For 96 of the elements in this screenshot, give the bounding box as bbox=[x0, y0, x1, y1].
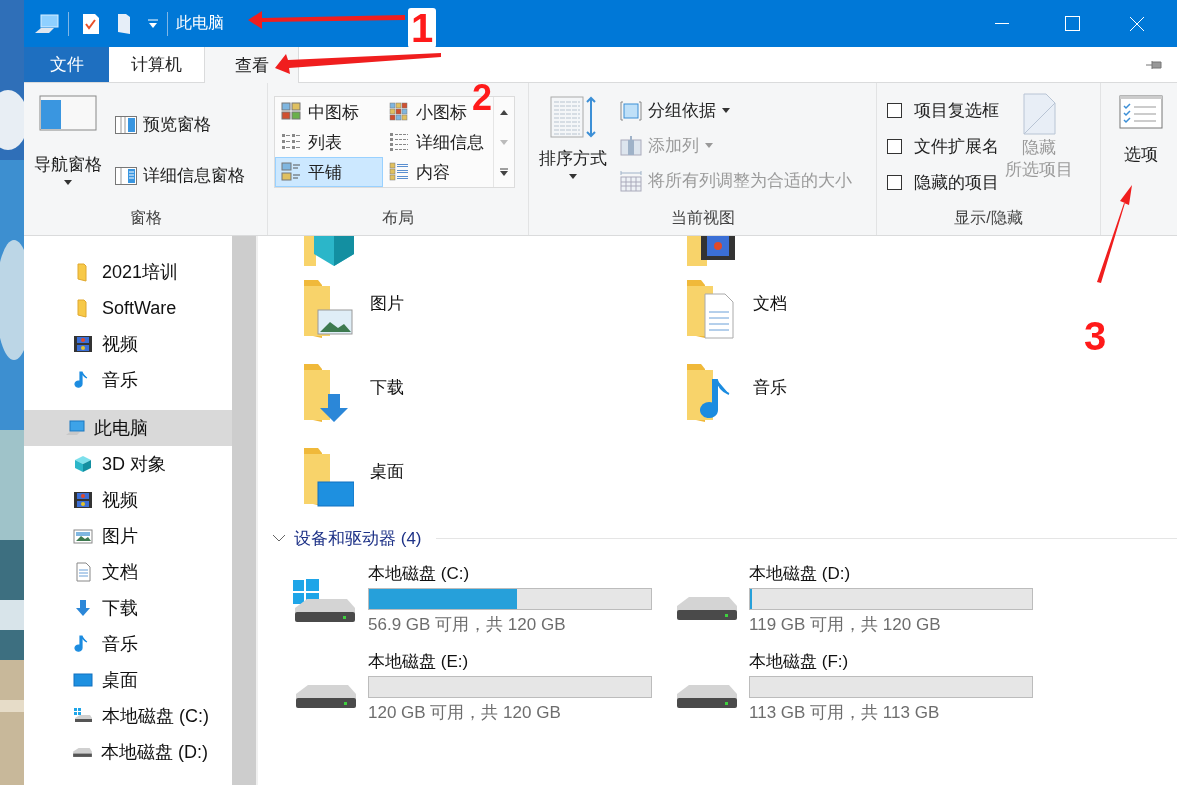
layout-option[interactable]: 平铺 bbox=[275, 157, 383, 187]
sidebar-item[interactable]: 此电脑 bbox=[24, 410, 232, 446]
drive-name[interactable]: 本地磁盘 (D:) bbox=[749, 562, 1033, 585]
annotation-number: 2 bbox=[472, 80, 493, 116]
caret-icon bbox=[64, 180, 72, 185]
layout-option[interactable]: 中图标 bbox=[275, 97, 383, 127]
film-icon bbox=[72, 490, 94, 510]
folder-name[interactable]: 文档 bbox=[753, 292, 787, 315]
dropdown-icon[interactable] bbox=[147, 18, 159, 29]
section-header[interactable]: 设备和驱动器 (4) bbox=[294, 526, 422, 550]
folder-icon[interactable] bbox=[117, 12, 131, 35]
group-label: 布局 bbox=[381, 208, 415, 228]
folder-name[interactable]: 桌面 bbox=[370, 460, 404, 483]
folder-name[interactable]: 图片 bbox=[370, 292, 404, 315]
expand-icon bbox=[499, 168, 509, 176]
group-label: 窗格 bbox=[128, 208, 163, 228]
chevron-icon[interactable] bbox=[272, 533, 286, 543]
details-icon bbox=[388, 132, 410, 152]
maximize-icon bbox=[1064, 16, 1080, 31]
group-label: 当前视图 bbox=[669, 208, 736, 228]
drive-name[interactable]: 本地磁盘 (C:) bbox=[368, 562, 652, 585]
checkbox[interactable] bbox=[887, 139, 902, 154]
sort-icon bbox=[549, 95, 597, 139]
details-pane-icon bbox=[115, 166, 137, 185]
drive-name[interactable]: 本地磁盘 (E:) bbox=[368, 650, 652, 673]
window-title: 此电脑 bbox=[176, 13, 224, 33]
navigation-pane-button[interactable]: 导航窗格 bbox=[30, 93, 106, 187]
annotation-number: 3 bbox=[1084, 316, 1107, 356]
group-icon bbox=[620, 99, 642, 122]
sidebar-item[interactable]: 文档 bbox=[24, 554, 232, 590]
preview-pane-button[interactable]: 预览窗格 bbox=[112, 111, 248, 138]
drive-icon bbox=[292, 579, 356, 623]
options-button[interactable]: 选项 bbox=[1115, 93, 1167, 168]
computer-icon bbox=[64, 418, 86, 438]
minimize-icon bbox=[995, 22, 1009, 25]
layout-option[interactable]: 详细信息 bbox=[383, 127, 493, 157]
ribbon-tab[interactable]: 查看 bbox=[204, 47, 299, 83]
checklist-icon[interactable] bbox=[81, 11, 101, 36]
sidebar-item[interactable]: 本地磁盘 (D:) bbox=[24, 734, 232, 770]
page-icon bbox=[1022, 93, 1056, 135]
up-arrow-icon bbox=[500, 109, 508, 115]
checkbox-label: 隐藏的项目 bbox=[914, 172, 999, 194]
checklist-icon bbox=[1119, 95, 1163, 129]
sidebar-item[interactable]: 本地磁盘 (C:) bbox=[24, 698, 232, 734]
drive-icon bbox=[677, 597, 737, 620]
down-arrow-icon bbox=[500, 139, 508, 145]
checkbox[interactable] bbox=[887, 103, 902, 118]
scrollbar[interactable] bbox=[232, 236, 258, 785]
medium-icons-icon bbox=[280, 102, 302, 122]
column-icon bbox=[620, 134, 642, 157]
sidebar-item[interactable]: 下载 bbox=[24, 590, 232, 626]
list-icon bbox=[280, 132, 302, 152]
content-icon bbox=[388, 162, 410, 182]
caret-icon bbox=[569, 174, 577, 179]
pin-icon[interactable] bbox=[1145, 58, 1165, 71]
cube-icon bbox=[72, 454, 94, 474]
view-command[interactable]: 分组依据 bbox=[617, 97, 855, 124]
ribbon-tab[interactable]: 文件 bbox=[24, 47, 109, 82]
small-icons-icon bbox=[388, 102, 410, 122]
drive-icon bbox=[72, 746, 93, 758]
sidebar-item[interactable]: 视频 bbox=[24, 326, 232, 362]
navigation-pane-icon bbox=[39, 95, 97, 131]
sidebar-item[interactable]: 视频 bbox=[24, 482, 232, 518]
fit-columns-icon bbox=[620, 169, 642, 192]
screen-icon bbox=[72, 670, 94, 690]
tiles-icon bbox=[280, 162, 302, 182]
close-icon bbox=[1129, 15, 1145, 32]
group-label: 显示/隐藏 bbox=[953, 208, 1024, 228]
layout-option[interactable]: 内容 bbox=[383, 157, 493, 187]
sort-button[interactable]: 排序方式 bbox=[535, 93, 611, 181]
free-space: 56.9 GB 可用，共 120 GB bbox=[368, 614, 567, 636]
free-space: 113 GB 可用，共 113 GB bbox=[749, 702, 941, 724]
sidebar-item[interactable]: 桌面 bbox=[24, 662, 232, 698]
computer-icon[interactable] bbox=[34, 12, 60, 35]
preview-pane-icon bbox=[115, 115, 137, 134]
film-icon bbox=[72, 334, 94, 354]
free-space: 120 GB 可用，共 120 GB bbox=[368, 702, 562, 724]
drive-name[interactable]: 本地磁盘 (F:) bbox=[749, 650, 1033, 673]
sidebar-item[interactable]: 音乐 bbox=[24, 362, 232, 398]
details-pane-button[interactable]: 详细信息窗格 bbox=[112, 162, 248, 189]
annotation-number: 1 bbox=[408, 8, 437, 48]
folder-name[interactable]: 下载 bbox=[370, 376, 404, 399]
picture-icon bbox=[72, 526, 94, 546]
sidebar-item[interactable]: 图片 bbox=[24, 518, 232, 554]
checkbox-label: 项目复选框 bbox=[914, 100, 999, 122]
layout-option[interactable]: 列表 bbox=[275, 127, 383, 157]
folder-name[interactable]: 音乐 bbox=[753, 376, 787, 399]
drive-icon bbox=[677, 685, 737, 708]
checkbox-label: 文件扩展名 bbox=[914, 136, 999, 158]
checkbox[interactable] bbox=[887, 175, 902, 190]
sidebar-item[interactable]: 2021培训 bbox=[24, 254, 232, 290]
drive-icon bbox=[296, 685, 356, 708]
sidebar-item[interactable]: SoftWare bbox=[24, 290, 232, 326]
free-space: 119 GB 可用，共 120 GB bbox=[749, 614, 942, 636]
sidebar-item[interactable]: 3D 对象 bbox=[24, 446, 232, 482]
sidebar-item[interactable]: 音乐 bbox=[24, 626, 232, 662]
